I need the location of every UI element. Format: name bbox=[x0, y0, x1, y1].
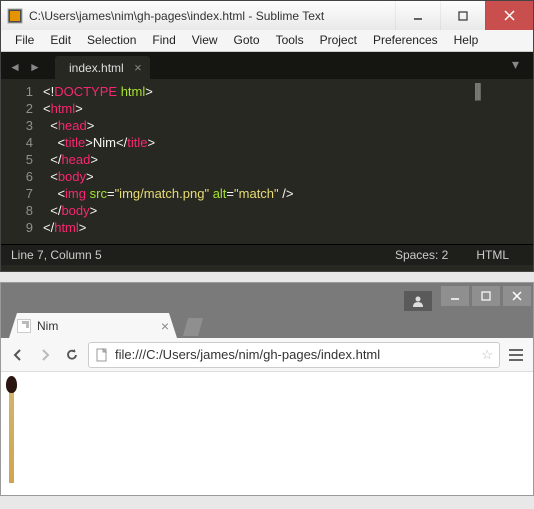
chrome-tab-close-icon[interactable]: × bbox=[161, 318, 169, 334]
chrome-menu-button[interactable] bbox=[505, 344, 527, 366]
sublime-statusbar: Line 7, Column 5 Spaces: 2 HTML bbox=[1, 244, 533, 265]
tab-back-icon[interactable]: ◄ bbox=[7, 59, 23, 75]
menu-selection[interactable]: Selection bbox=[79, 30, 144, 51]
editor-tab[interactable]: index.html × bbox=[55, 56, 150, 79]
menu-view[interactable]: View bbox=[184, 30, 226, 51]
url-text: file:///C:/Users/james/nim/gh-pages/inde… bbox=[115, 347, 475, 362]
line-gutter: 123456789 bbox=[1, 83, 43, 244]
sublime-titlebar[interactable]: C:\Users\james\nim\gh-pages\index.html -… bbox=[1, 1, 533, 30]
menu-edit[interactable]: Edit bbox=[42, 30, 79, 51]
chrome-titlerow[interactable] bbox=[1, 283, 533, 311]
sublime-tabbar: ◄ ► index.html × ▾ bbox=[1, 52, 533, 79]
forward-button[interactable] bbox=[34, 344, 56, 366]
menu-help[interactable]: Help bbox=[446, 30, 487, 51]
window-buttons bbox=[395, 1, 533, 30]
menu-goto[interactable]: Goto bbox=[226, 30, 268, 51]
chrome-minimize-button[interactable] bbox=[441, 286, 469, 306]
menu-tools[interactable]: Tools bbox=[268, 30, 312, 51]
sublime-app-icon bbox=[7, 8, 23, 24]
page-viewport[interactable] bbox=[1, 372, 533, 495]
chrome-toolbar: file:///C:/Users/james/nim/gh-pages/inde… bbox=[1, 338, 533, 372]
chrome-window: Nim × file:///C:/Users/james/nim/gh-page… bbox=[0, 282, 534, 496]
match-image bbox=[5, 376, 18, 483]
sublime-menubar: FileEditSelectionFindViewGotoToolsProjec… bbox=[1, 30, 533, 52]
syntax-setting[interactable]: HTML bbox=[462, 248, 523, 262]
sublime-window: C:\Users\james\nim\gh-pages\index.html -… bbox=[0, 0, 534, 272]
tab-nav-arrows: ◄ ► bbox=[7, 59, 43, 79]
chrome-tabstrip: Nim × bbox=[1, 311, 533, 338]
chrome-maximize-button[interactable] bbox=[472, 286, 500, 306]
indent-setting[interactable]: Spaces: 2 bbox=[381, 248, 462, 262]
address-bar[interactable]: file:///C:/Users/james/nim/gh-pages/inde… bbox=[88, 342, 500, 368]
chrome-tab-title: Nim bbox=[37, 319, 161, 333]
menu-preferences[interactable]: Preferences bbox=[365, 30, 446, 51]
bookmark-star-icon[interactable]: ☆ bbox=[481, 347, 493, 363]
sublime-title: C:\Users\james\nim\gh-pages\index.html -… bbox=[29, 9, 395, 23]
chrome-close-button[interactable] bbox=[503, 286, 531, 306]
menu-project[interactable]: Project bbox=[312, 30, 365, 51]
reload-button[interactable] bbox=[61, 344, 83, 366]
minimize-button[interactable] bbox=[395, 1, 440, 30]
maximize-button[interactable] bbox=[440, 1, 485, 30]
tab-forward-icon[interactable]: ► bbox=[27, 59, 43, 75]
code-editor[interactable]: 123456789 <!DOCTYPE html> <html> <head> … bbox=[1, 79, 533, 244]
file-icon bbox=[95, 348, 109, 362]
editor-tab-label: index.html bbox=[69, 61, 124, 75]
close-button[interactable] bbox=[485, 1, 533, 30]
code-content[interactable]: <!DOCTYPE html> <html> <head> <title>Nim… bbox=[43, 83, 533, 244]
back-button[interactable] bbox=[7, 344, 29, 366]
tab-overflow-icon[interactable]: ▾ bbox=[512, 56, 527, 79]
chrome-tab[interactable]: Nim × bbox=[9, 313, 177, 338]
new-tab-button[interactable] bbox=[183, 318, 203, 336]
sublime-body: ◄ ► index.html × ▾ 123456789 <!DOCTYPE h… bbox=[1, 52, 533, 271]
tab-close-icon[interactable]: × bbox=[134, 60, 142, 75]
menu-file[interactable]: File bbox=[7, 30, 42, 51]
menu-find[interactable]: Find bbox=[144, 30, 183, 51]
favicon-icon bbox=[17, 319, 31, 333]
cursor-position[interactable]: Line 7, Column 5 bbox=[11, 248, 102, 262]
minimap[interactable]: ████████████████████████████████████ bbox=[475, 83, 515, 113]
chrome-profile-button[interactable] bbox=[404, 291, 432, 311]
